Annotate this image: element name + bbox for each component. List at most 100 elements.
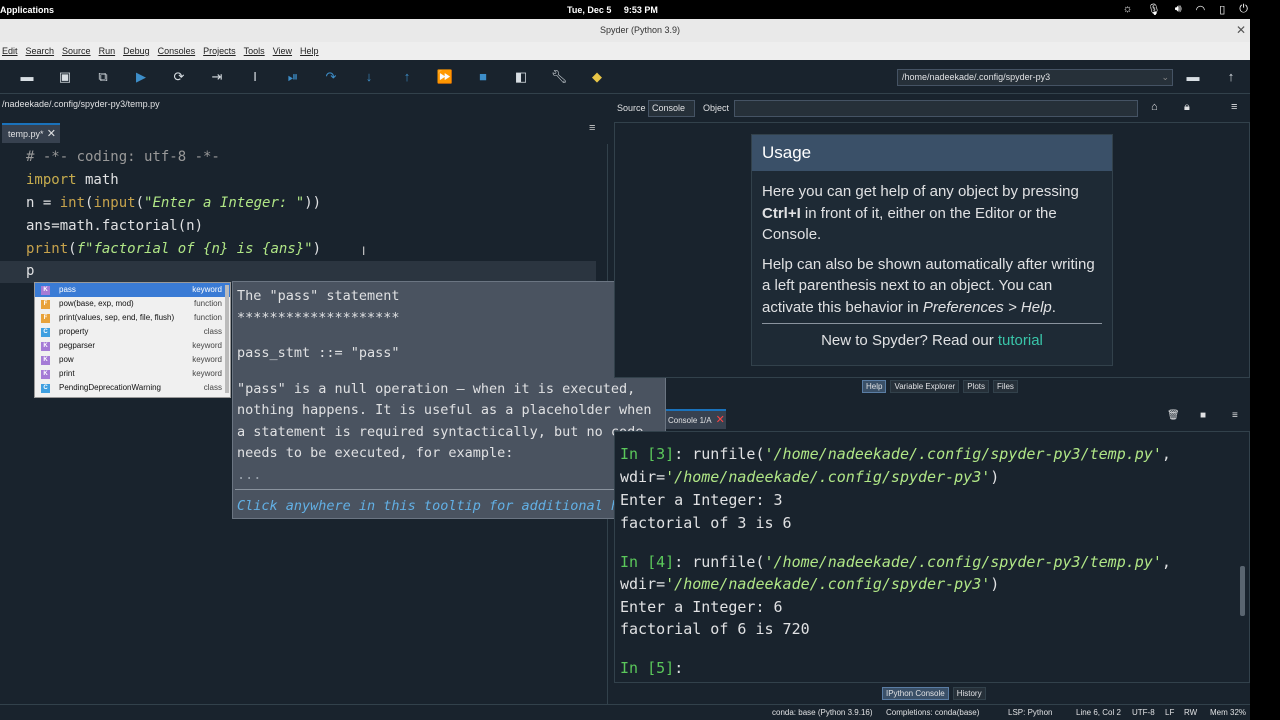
applications-menu[interactable]: Applications — [0, 5, 54, 15]
tab-plots[interactable]: Plots — [963, 380, 990, 393]
system-date: Tue, Dec 5 — [567, 5, 612, 15]
home-icon[interactable]: ⌂ — [1151, 101, 1158, 113]
tooltip-help-link[interactable]: Click anywhere in this tooltip for addit… — [237, 496, 643, 518]
tab-ipython-console[interactable]: IPython Console — [882, 687, 949, 700]
tooltip-body-line: a statement is required syntactically, b… — [237, 423, 644, 440]
folder-browse-icon[interactable]: ▬ — [1184, 68, 1202, 86]
stop-icon[interactable]: ■ — [474, 68, 492, 86]
chevron-down-icon[interactable]: ⌄ — [1161, 70, 1169, 85]
tab-files[interactable]: Files — [993, 380, 1018, 393]
main-toolbar: ▬ ▣ ⧉ ▶ ⟳ ⇥ I ⏯ ↷ ↓ ↑ ⏩ ■ ◧ 🔧︎ ◆ /home/n… — [0, 60, 1250, 94]
brightness-icon[interactable]: ☼ — [1123, 3, 1133, 16]
menu-edit[interactable]: Edit — [2, 46, 18, 56]
tooltip-title: The "pass" statement — [237, 288, 400, 304]
run-icon[interactable]: ▶ — [132, 68, 150, 86]
completion-item-kind: keyword — [192, 341, 222, 350]
completion-item[interactable]: Fprint(values, sep, end, file, flush) fun… — [35, 311, 230, 325]
completion-item[interactable]: C PendingDeprecationWarning class — [35, 381, 230, 395]
completion-item[interactable]: Kpow keyword — [35, 353, 230, 367]
completion-scrollbar[interactable] — [225, 285, 229, 393]
working-directory-combobox[interactable]: /home/nadeekade/.config/spyder-py3 ⌄ — [897, 69, 1173, 86]
step-icon[interactable]: ↷ — [322, 68, 340, 86]
keyword-badge-icon: K — [41, 356, 50, 365]
run-cell-advance-icon[interactable]: ⇥ — [208, 68, 226, 86]
tab-temp-py[interactable]: temp.py* ✕ — [2, 123, 60, 143]
parent-dir-icon[interactable]: ↑ — [1222, 68, 1240, 86]
maximize-pane-icon[interactable]: ◧ — [512, 68, 530, 86]
power-icon[interactable]: ⏻ — [1239, 3, 1248, 16]
completion-item-kind: keyword — [192, 369, 222, 378]
open-file-icon[interactable]: ▬ — [18, 68, 36, 86]
status-completions[interactable]: Completions: conda(base) — [886, 708, 979, 717]
menu-search[interactable]: Search — [26, 46, 55, 56]
system-clock[interactable]: Tue, Dec 5 9:53 PM — [567, 5, 668, 15]
tab-variable-explorer[interactable]: Variable Explorer — [890, 380, 960, 393]
volume-icon[interactable]: 🔊︎ — [1175, 3, 1182, 16]
console-line: wdir='/home/nadeekade/.config/spyder-py3… — [620, 575, 1000, 593]
completion-item[interactable]: Kpass keyword — [35, 283, 230, 297]
debug-icon[interactable]: ⏯ — [284, 68, 302, 86]
menu-projects[interactable]: Projects — [203, 46, 236, 56]
close-window-icon[interactable]: ✕ — [1236, 19, 1246, 42]
preferences-icon[interactable]: 🔧︎ — [550, 68, 568, 86]
editor-file-path: /nadeekade/.config/spyder-py3/temp.py — [2, 99, 160, 109]
save-icon[interactable]: ▣ — [56, 68, 74, 86]
completion-item[interactable]: Kprint keyword — [35, 367, 230, 381]
console-line: In [4]: runfile('/home/nadeekade/.config… — [620, 553, 1171, 571]
status-lsp[interactable]: LSP: Python — [1008, 708, 1052, 717]
completion-item[interactable]: Fpow(base, exp, mod) function — [35, 297, 230, 311]
menu-tools[interactable]: Tools — [244, 46, 265, 56]
menu-run[interactable]: Run — [99, 46, 116, 56]
console-tab-bar: Console 1/A ✕ 🗑︎ ■ ≡ — [614, 405, 1250, 431]
mouse-cursor-icon: I — [362, 244, 366, 258]
menu-debug[interactable]: Debug — [123, 46, 150, 56]
console-prompt: In [5]: — [620, 659, 684, 677]
lock-icon[interactable]: 🔒︎ — [1184, 101, 1190, 114]
step-return-icon[interactable]: ↑ — [398, 68, 416, 86]
close-console-icon[interactable]: ✕ — [716, 414, 725, 426]
status-encoding: UTF-8 — [1132, 708, 1155, 717]
window-title: Spyder (Python 3.9) — [599, 25, 681, 35]
microphone-icon[interactable]: 🎙︎ — [1147, 3, 1161, 16]
tooltip-body-line: nothing happens. It is useful as a place… — [237, 402, 652, 418]
run-cell-icon[interactable]: ⟳ — [170, 68, 188, 86]
close-tab-icon[interactable]: ✕ — [47, 125, 56, 143]
help-options-menu-icon[interactable]: ≡ — [1231, 101, 1237, 113]
tutorial-link[interactable]: tutorial — [998, 332, 1043, 349]
class-badge-icon: C — [41, 384, 50, 393]
status-environment[interactable]: conda: base (Python 3.9.16) — [772, 708, 873, 717]
save-all-icon[interactable]: ⧉ — [94, 68, 112, 86]
step-into-icon[interactable]: ↓ — [360, 68, 378, 86]
completion-item[interactable]: Cproperty class — [35, 325, 230, 339]
menu-consoles[interactable]: Consoles — [158, 46, 196, 56]
object-input[interactable] — [734, 100, 1138, 117]
python-path-icon[interactable]: ◆ — [588, 68, 606, 86]
ipython-console[interactable]: In [3]: runfile('/home/nadeekade/.config… — [614, 431, 1250, 683]
tooltip-divider — [235, 489, 663, 490]
desktop-edge — [1250, 19, 1280, 720]
console-scrollbar[interactable] — [1240, 566, 1245, 616]
tab-help[interactable]: Help — [862, 380, 887, 393]
continue-icon[interactable]: ⏩ — [436, 68, 454, 86]
completion-item-label: property — [59, 327, 89, 336]
menu-source[interactable]: Source — [62, 46, 91, 56]
tab-console-1a[interactable]: Console 1/A ✕ — [666, 409, 726, 429]
menu-view[interactable]: View — [273, 46, 292, 56]
docstring-tooltip[interactable]: The "pass" statement *******************… — [232, 281, 666, 519]
keyword-badge-icon: K — [41, 286, 50, 295]
wifi-icon[interactable]: ◠ — [1196, 3, 1206, 16]
completion-item[interactable]: Kpegparser keyword — [35, 339, 230, 353]
battery-icon[interactable]: ▯ — [1219, 3, 1225, 16]
shortcut-key: Ctrl+I — [762, 204, 801, 222]
tab-history[interactable]: History — [952, 687, 986, 700]
stop-kernel-icon[interactable]: ■ — [1200, 410, 1206, 421]
console-options-menu-icon[interactable]: ≡ — [1232, 410, 1238, 421]
completion-item-label: pow — [59, 355, 74, 364]
system-tray: ☼ 🎙︎ 🔊︎ ◠ ▯ ⏻ — [1123, 3, 1248, 16]
source-select[interactable]: Console — [648, 100, 695, 117]
run-selection-icon[interactable]: I — [246, 68, 264, 86]
menu-help[interactable]: Help — [300, 46, 319, 56]
trash-icon[interactable]: 🗑︎ — [1167, 410, 1180, 421]
status-cursor-position: Line 6, Col 2 — [1076, 708, 1121, 717]
editor-options-menu-icon[interactable]: ≡ — [589, 122, 595, 134]
